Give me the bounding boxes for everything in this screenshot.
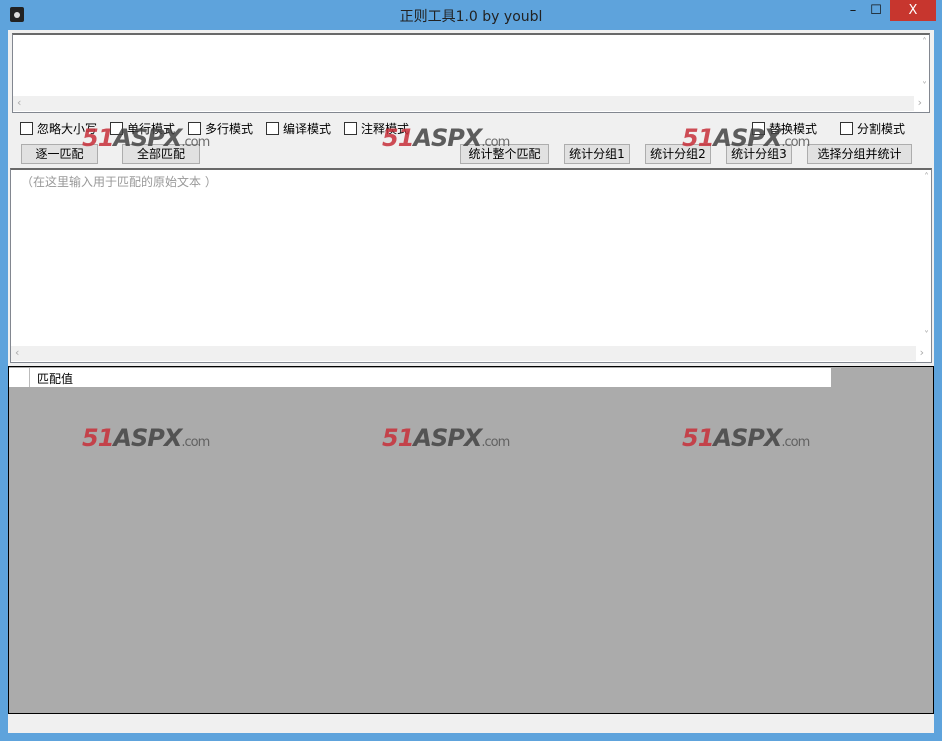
select-group-count-button[interactable]: 选择分组并统计 [807,144,912,164]
match-next-button[interactable]: 逐一匹配 [21,144,98,164]
count-group3-button[interactable]: 统计分组3 [726,144,792,164]
client-area: ˄ ˅ ‹ › 忽略大小写 单行模式 多行模式 编译模式 注释模式 替换模式 分割… [8,30,934,733]
checkbox-split-mode[interactable]: 分割模式 [840,120,905,137]
checkbox-ignore-case[interactable]: 忽略大小写 [20,120,97,137]
scroll-down-icon[interactable]: ˅ [922,81,927,92]
checkbox-box [752,122,765,135]
source-placeholder: （在这里输入用于匹配的原始文本 ） [21,175,217,189]
horizontal-scrollbar[interactable]: ‹ › [11,346,924,361]
horizontal-scrollbar[interactable]: ‹ › [13,96,922,111]
checkbox-label: 注释模式 [361,122,410,136]
checkbox-label: 单行模式 [127,122,176,136]
checkbox-label: 忽略大小写 [37,122,98,136]
checkbox-box [840,122,853,135]
maximize-button[interactable]: ☐ [862,0,890,21]
checkbox-label: 替换模式 [769,122,818,136]
checkbox-box [20,122,33,135]
scroll-up-icon[interactable]: ˄ [924,172,929,183]
pattern-input[interactable]: ˄ ˅ ‹ › [12,33,930,113]
checkbox-comments[interactable]: 注释模式 [344,120,409,137]
checkbox-box [188,122,201,135]
checkbox-compiled[interactable]: 编译模式 [266,120,331,137]
checkbox-replace-mode[interactable]: 替换模式 [752,120,817,137]
source-text-input[interactable]: （在这里输入用于匹配的原始文本 ） ˄ ˅ ‹ › [10,168,932,363]
count-group2-button[interactable]: 统计分组2 [645,144,711,164]
scroll-left-icon[interactable]: ‹ [17,96,21,109]
scroll-left-icon[interactable]: ‹ [15,346,19,359]
title-bar: 正则工具1.0 by youbl – ☐ X [0,0,942,30]
scroll-down-icon[interactable]: ˅ [924,330,929,341]
checkbox-box [266,122,279,135]
checkbox-multiline[interactable]: 多行模式 [188,120,253,137]
count-group1-button[interactable]: 统计分组1 [564,144,630,164]
checkbox-singleline[interactable]: 单行模式 [110,120,175,137]
results-grid[interactable]: 匹配值 [8,366,934,714]
checkbox-box [110,122,123,135]
scroll-up-icon[interactable]: ˄ [922,37,927,48]
scroll-right-icon[interactable]: › [920,346,924,359]
checkbox-label: 分割模式 [857,122,906,136]
row-header-cell[interactable] [9,368,30,387]
column-header-match-value[interactable]: 匹配值 [37,370,73,387]
checkbox-label: 编译模式 [283,122,332,136]
match-all-button[interactable]: 全部匹配 [122,144,200,164]
count-whole-match-button[interactable]: 统计整个匹配 [460,144,549,164]
grid-header-row: 匹配值 [9,368,831,387]
close-button[interactable]: X [890,0,936,21]
checkbox-label: 多行模式 [205,122,254,136]
status-bar [8,714,934,733]
scroll-right-icon[interactable]: › [918,96,922,109]
checkbox-box [344,122,357,135]
window-title: 正则工具1.0 by youbl [399,9,543,25]
